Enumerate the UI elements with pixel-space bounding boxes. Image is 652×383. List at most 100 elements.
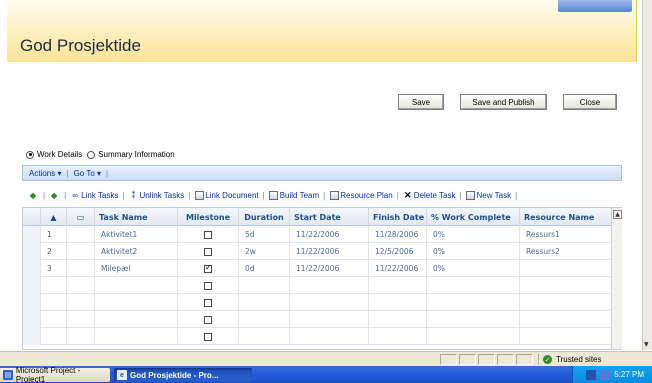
build-team-button[interactable]: Build Team	[269, 190, 319, 200]
table-row[interactable]: 3 Milepæl 0d 11/22/2006 11/22/2006 0%	[23, 260, 622, 277]
finish-date-cell[interactable]	[369, 328, 427, 345]
resource-name-cell[interactable]: Ressurs1	[520, 226, 612, 243]
resource-plan-button[interactable]: Resource Plan	[329, 190, 393, 200]
scroll-down-icon[interactable]: ▼	[644, 341, 649, 348]
tray-icon[interactable]	[586, 369, 597, 380]
task-name-cell[interactable]: Aktivitet2	[95, 243, 178, 260]
task-name-cell[interactable]: Aktivitet1	[95, 226, 178, 243]
task-name-cell[interactable]	[95, 311, 178, 328]
finish-date-cell[interactable]: 11/28/2006	[369, 226, 427, 243]
radio-button[interactable]	[87, 150, 96, 159]
milestone-checkbox[interactable]	[204, 315, 212, 324]
task-name-cell[interactable]	[95, 294, 178, 311]
link-document-button[interactable]: Link Document	[194, 190, 259, 200]
new-task-label: New Task	[476, 190, 512, 200]
task-name-cell[interactable]	[95, 277, 178, 294]
radio-button-checked[interactable]	[26, 150, 34, 159]
new-task-button[interactable]: New Task	[466, 190, 512, 200]
start-date-cell[interactable]	[290, 311, 369, 328]
start-date-cell[interactable]	[290, 277, 369, 294]
task-name-cell[interactable]	[95, 328, 178, 345]
save-button[interactable]: Save	[398, 94, 444, 110]
duration-cell[interactable]	[239, 311, 290, 328]
radio-summary-information[interactable]: Summary Information	[87, 150, 175, 159]
link-tasks-button[interactable]: ∞ Link Tasks	[70, 190, 118, 200]
close-button[interactable]: Close	[563, 94, 617, 110]
network-icon[interactable]	[600, 369, 611, 380]
column-duration[interactable]: Duration	[239, 208, 290, 226]
scroll-up-icon[interactable]: ▲	[613, 210, 622, 219]
link-document-label: Link Document	[205, 190, 259, 200]
start-date-cell[interactable]: 11/22/2006	[290, 243, 369, 260]
resource-name-cell[interactable]	[520, 311, 612, 328]
finish-date-cell[interactable]	[369, 277, 427, 294]
milestone-checkbox[interactable]	[204, 230, 212, 239]
outdent-button[interactable]: ◆	[28, 190, 39, 200]
start-date-cell[interactable]: 11/22/2006	[290, 226, 369, 243]
grid-header: ▲ ▭ Task Name Milestone Duration Start D…	[23, 208, 622, 226]
column-resource-name[interactable]: Resource Name	[520, 208, 612, 226]
work-complete-cell[interactable]	[427, 277, 520, 294]
column-finish-date[interactable]: Finish Date	[369, 208, 427, 226]
radio-work-details[interactable]: Work Details	[26, 150, 82, 159]
clock[interactable]: 5:27 PM	[614, 370, 644, 379]
work-complete-cell[interactable]: 0%	[427, 260, 520, 277]
taskbar-item-project[interactable]: ▤ Microsoft Project - Project1	[0, 366, 110, 383]
actions-menu[interactable]: Actions ▾	[29, 169, 61, 178]
finish-date-cell[interactable]: 12/5/2006	[369, 243, 427, 260]
delete-task-button[interactable]: ✕ Delete Task	[403, 190, 455, 200]
comment-column-header[interactable]: ▭	[67, 208, 95, 226]
duration-cell[interactable]	[239, 277, 290, 294]
empty-table-row[interactable]	[23, 277, 622, 294]
resource-name-cell[interactable]	[520, 277, 612, 294]
separator: |	[43, 190, 46, 200]
table-row[interactable]: 2 Aktivitet2 2w 11/22/2006 12/5/2006 0% …	[23, 243, 622, 260]
grid-scrollbar[interactable]: ▲	[611, 208, 622, 349]
task-name-cell[interactable]: Milepæl	[95, 260, 178, 277]
resource-name-cell[interactable]	[520, 294, 612, 311]
duration-cell[interactable]	[239, 294, 290, 311]
empty-table-row[interactable]	[23, 294, 622, 311]
window-scrollbar[interactable]: ▼	[642, 0, 652, 350]
table-row[interactable]: 1 Aktivitet1 5d 11/22/2006 11/28/2006 0%…	[23, 226, 622, 243]
column-start-date[interactable]: Start Date	[290, 208, 369, 226]
start-date-cell[interactable]	[290, 294, 369, 311]
security-zone[interactable]: ✓ Trusted sites	[538, 354, 638, 365]
milestone-checkbox[interactable]	[204, 281, 212, 290]
save-and-publish-button[interactable]: Save and Publish	[460, 94, 547, 110]
empty-table-row[interactable]	[23, 328, 622, 345]
duration-cell[interactable]: 0d	[239, 260, 290, 277]
work-complete-cell[interactable]	[427, 311, 520, 328]
duration-cell[interactable]: 5d	[239, 226, 290, 243]
duration-cell[interactable]	[239, 328, 290, 345]
resource-name-cell[interactable]	[520, 260, 612, 277]
start-date-cell[interactable]: 11/22/2006	[290, 260, 369, 277]
finish-date-cell[interactable]	[369, 311, 427, 328]
goto-menu[interactable]: Go To ▾	[74, 169, 101, 178]
unlink-tasks-button[interactable]: ⁑ Unlink Tasks	[128, 190, 184, 200]
work-complete-cell[interactable]: 0%	[427, 243, 520, 260]
resource-name-cell[interactable]	[520, 328, 612, 345]
column-work-complete[interactable]: % Work Complete	[427, 208, 520, 226]
column-task-name[interactable]: Task Name	[95, 208, 178, 226]
empty-table-row[interactable]	[23, 311, 622, 328]
indent-button[interactable]: ◆	[49, 190, 60, 200]
milestone-checkbox[interactable]	[204, 247, 212, 256]
column-milestone[interactable]: Milestone	[178, 208, 239, 226]
finish-date-cell[interactable]: 11/22/2006	[369, 260, 427, 277]
start-date-cell[interactable]	[290, 328, 369, 345]
resource-name-cell[interactable]: Ressurs2	[520, 243, 612, 260]
status-pane	[440, 354, 457, 365]
duration-cell[interactable]: 2w	[239, 243, 290, 260]
milestone-checkbox-checked[interactable]	[204, 263, 212, 273]
milestone-checkbox[interactable]	[204, 332, 212, 341]
work-complete-cell[interactable]: 0%	[427, 226, 520, 243]
work-complete-cell[interactable]	[427, 328, 520, 345]
work-complete-cell[interactable]	[427, 294, 520, 311]
sort-column-header[interactable]: ▲	[41, 208, 67, 226]
row-number: 1	[41, 226, 67, 243]
taskbar-item-browser[interactable]: e God Prosjektide - Pro...	[114, 368, 252, 382]
finish-date-cell[interactable]	[369, 294, 427, 311]
radio-label-work-details: Work Details	[37, 150, 83, 159]
milestone-checkbox[interactable]	[204, 298, 212, 307]
